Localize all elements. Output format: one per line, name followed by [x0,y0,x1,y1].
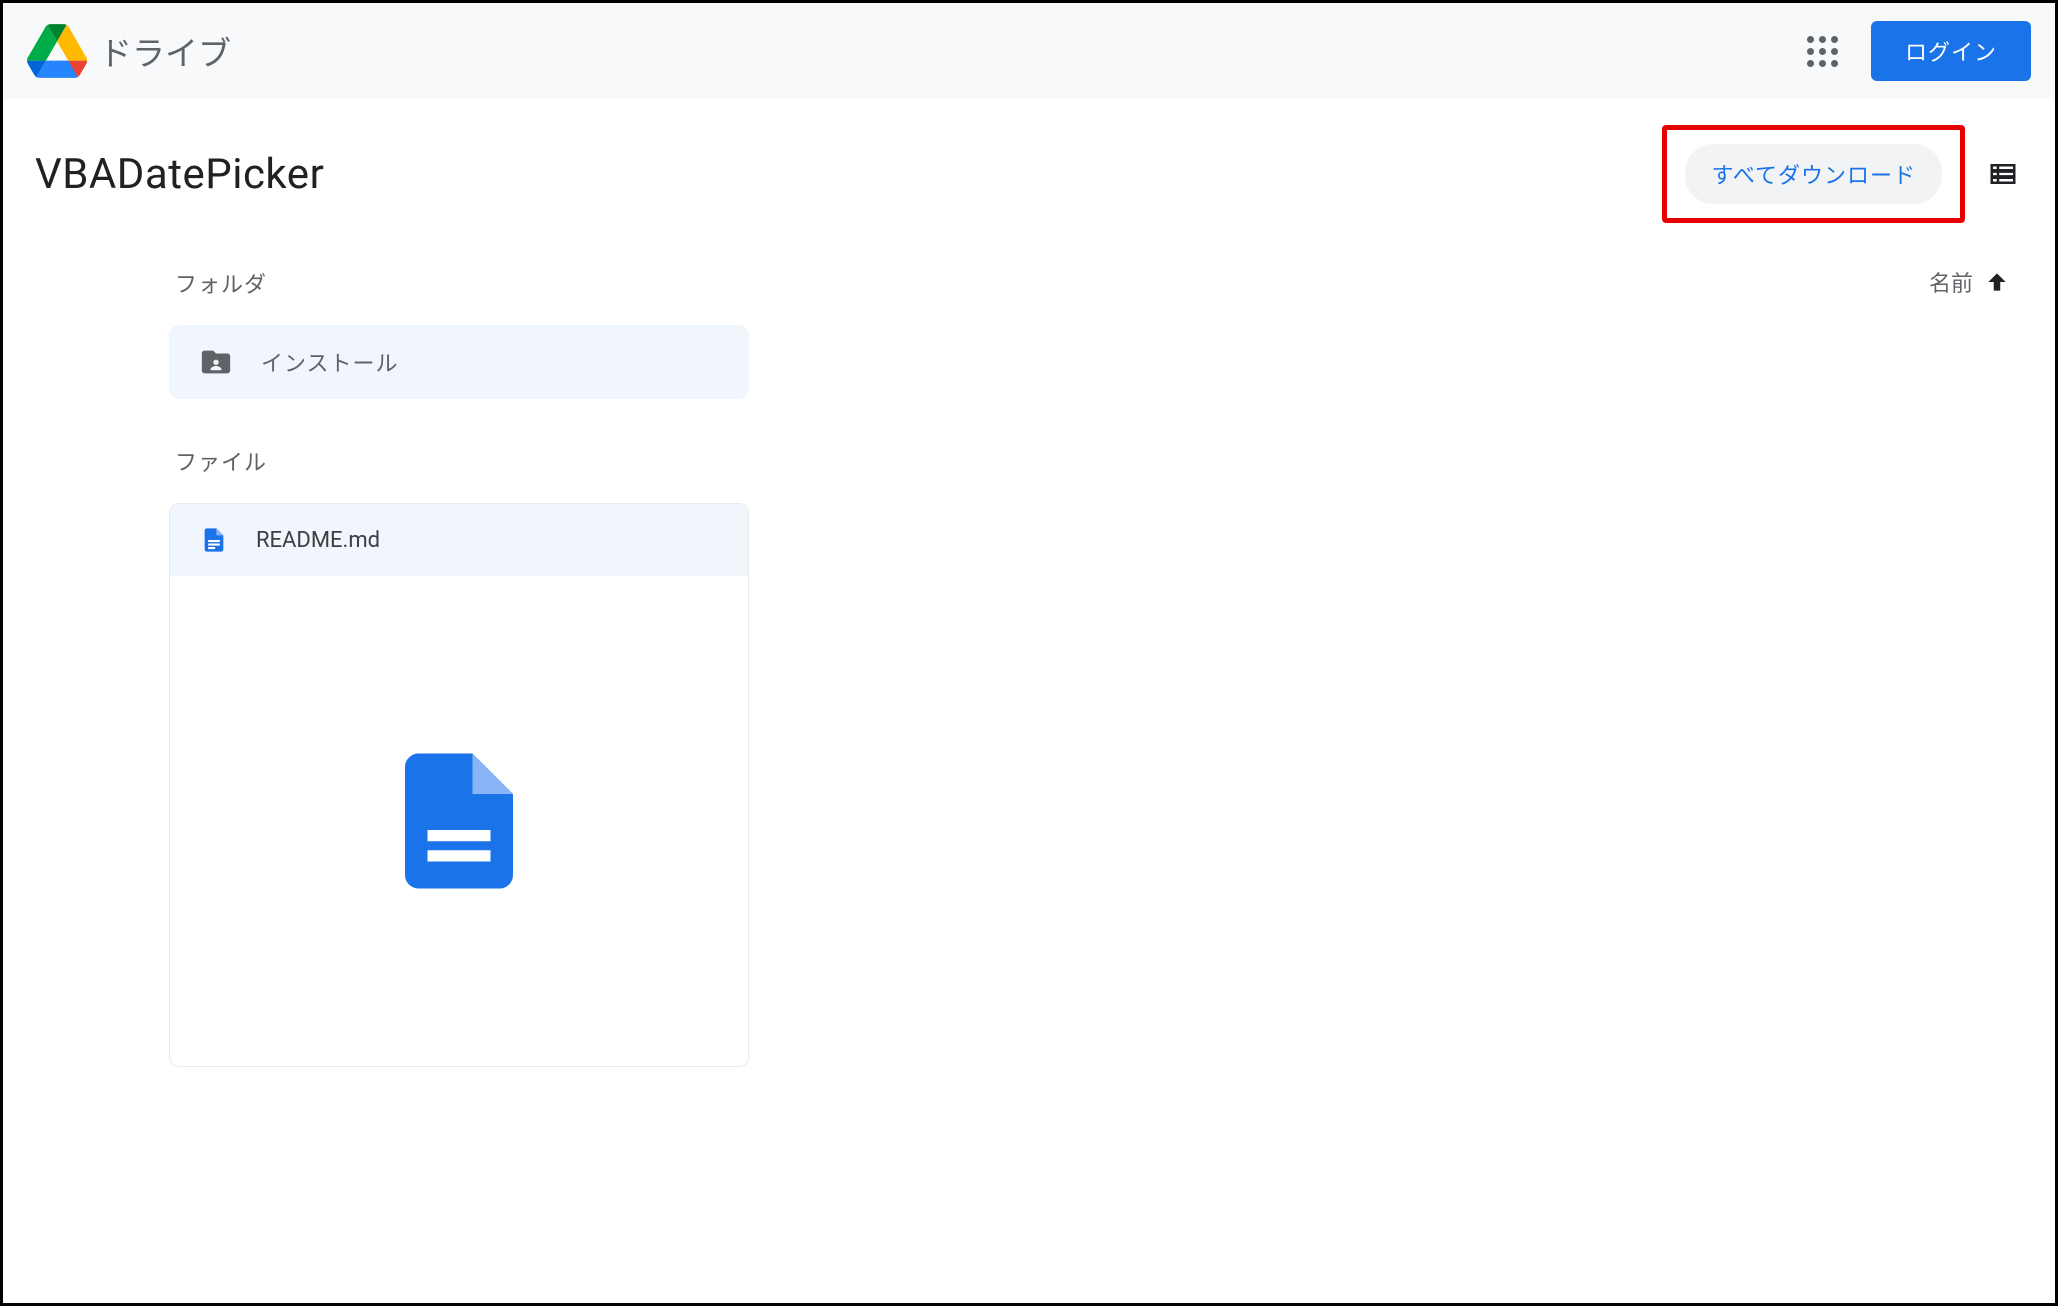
product-name: ドライブ [99,27,231,75]
content-area: フォルダ 名前 インストール ファイル [3,249,2055,1067]
shared-folder-icon [199,345,233,379]
list-view-icon [1988,159,2018,189]
login-button[interactable]: ログイン [1871,21,2031,81]
apps-grid-icon [1807,36,1838,67]
page-toolbar: VBADatePicker すべてダウンロード [3,99,2055,249]
folder-item[interactable]: インストール [169,325,749,399]
page-title: VBADatePicker [35,150,324,199]
sort-label: 名前 [1929,266,1973,298]
sort-control[interactable]: 名前 [1929,264,2015,300]
list-view-toggle-button[interactable] [1979,150,2027,198]
file-card-header: README.md [170,504,748,576]
folders-grid: インストール [169,325,2015,399]
google-apps-button[interactable] [1799,27,1847,75]
app-header: ドライブ ログイン [3,3,2055,99]
drive-logo-lockup[interactable]: ドライブ [27,21,231,81]
files-section: ファイル README.md [169,445,2015,1067]
files-section-label: ファイル [175,445,2015,477]
header-left: ドライブ [27,21,231,81]
file-item[interactable]: README.md [169,503,749,1067]
download-all-button[interactable]: すべてダウンロード [1685,144,1942,204]
docs-file-icon [200,526,228,554]
sort-direction-button[interactable] [1979,264,2015,300]
folder-name: インストール [261,346,399,378]
annotation-highlight: すべてダウンロード [1662,125,1965,223]
drive-logo-icon [27,21,87,81]
header-right: ログイン [1799,21,2031,81]
folders-section-label: フォルダ [175,267,267,299]
files-grid: README.md [169,503,2015,1067]
file-name: README.md [256,528,380,553]
docs-large-icon [405,751,513,891]
toolbar-right: すべてダウンロード [1662,125,2027,223]
arrow-up-icon [1984,269,2010,295]
file-preview [170,576,748,1066]
folders-header-row: フォルダ 名前 [169,249,2015,325]
